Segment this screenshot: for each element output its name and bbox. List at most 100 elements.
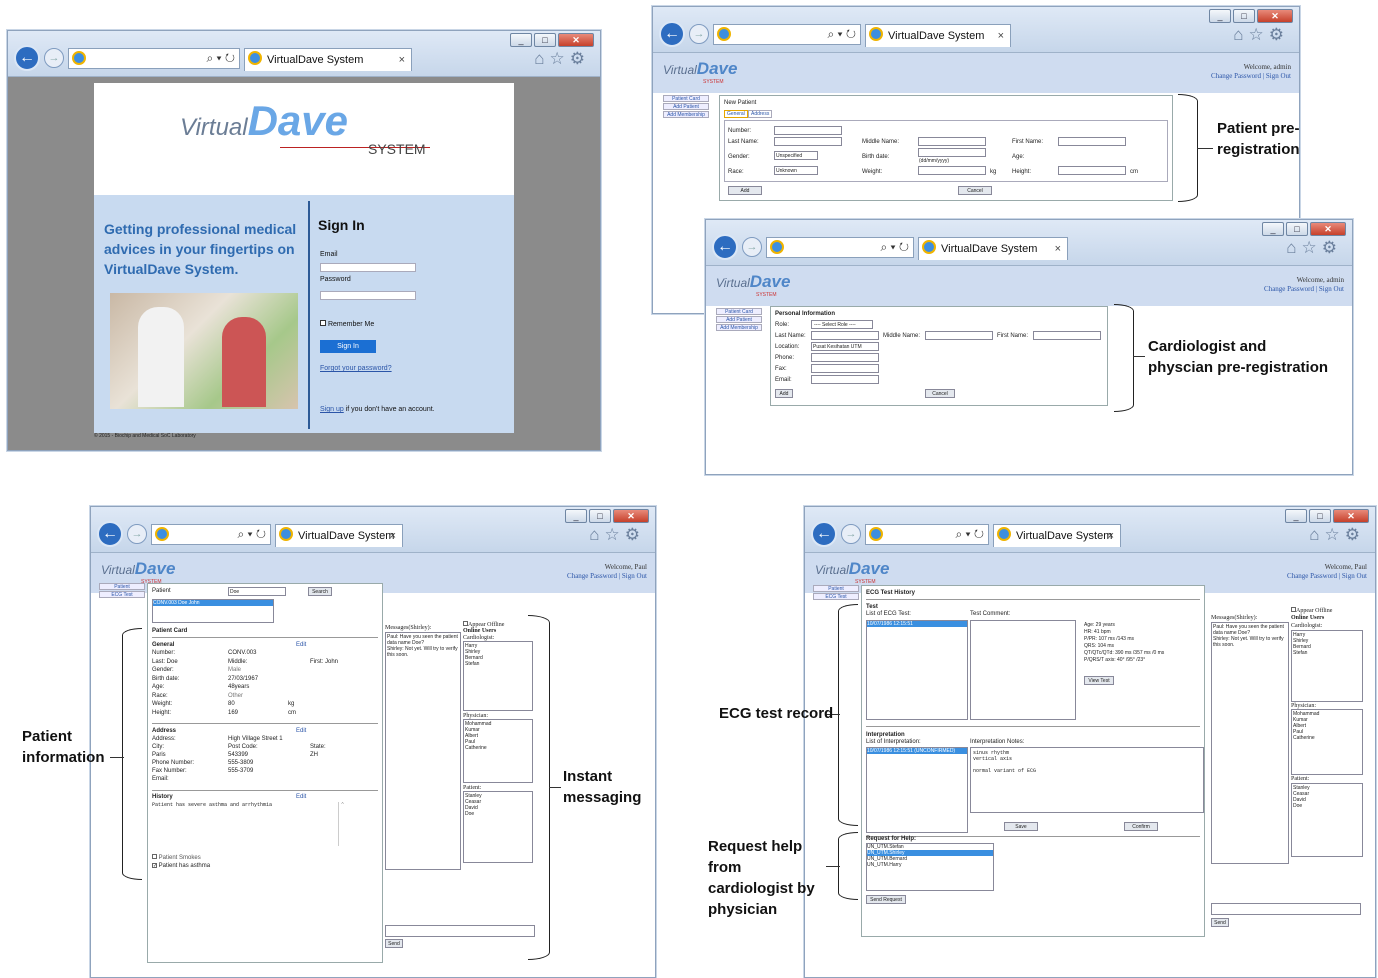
confirm-button[interactable]: Confirm bbox=[1124, 822, 1158, 831]
browser-tab[interactable]: VirtualDave System × bbox=[275, 524, 403, 547]
middle-name-field[interactable] bbox=[925, 331, 993, 340]
home-star-gear-icon[interactable]: ⌂☆⚙ bbox=[1309, 525, 1365, 545]
side-item-add-patient[interactable]: Add Patient bbox=[716, 316, 762, 323]
birth-field[interactable] bbox=[918, 148, 986, 157]
side-item-patient-card[interactable]: Patient Card bbox=[663, 95, 709, 102]
edit-general-link[interactable]: Edit bbox=[296, 642, 306, 648]
weight-field[interactable] bbox=[918, 166, 986, 175]
patient-list[interactable]: Stanley Ceasar David Doe bbox=[1291, 783, 1363, 857]
tab-close-icon[interactable]: × bbox=[390, 525, 396, 547]
home-star-gear-icon[interactable]: ⌂☆⚙ bbox=[1233, 25, 1289, 45]
back-arrow-icon[interactable]: ← bbox=[811, 521, 837, 547]
minimize-icon[interactable]: _ bbox=[510, 33, 532, 47]
maximize-icon[interactable]: □ bbox=[589, 509, 611, 523]
edit-history-link[interactable]: Edit bbox=[296, 794, 306, 800]
signup-link[interactable]: Sign up bbox=[320, 406, 344, 413]
address-bar[interactable]: ⌕ ▾ ↻ bbox=[865, 524, 989, 545]
cardiologist-list[interactable]: Harry Shirley Bernard Stefan bbox=[1291, 630, 1363, 702]
first-name-field[interactable] bbox=[1058, 137, 1126, 146]
close-icon[interactable]: ✕ bbox=[1310, 222, 1346, 236]
side-item-patient[interactable]: Patient bbox=[813, 585, 859, 592]
back-arrow-icon[interactable]: ← bbox=[97, 521, 123, 547]
fax-field[interactable] bbox=[811, 364, 879, 373]
edit-address-link[interactable]: Edit bbox=[296, 728, 306, 734]
race-select[interactable]: Unknown bbox=[774, 166, 818, 175]
email-field[interactable] bbox=[320, 263, 416, 272]
minimize-icon[interactable]: _ bbox=[1285, 509, 1307, 523]
close-icon[interactable]: ✕ bbox=[1333, 509, 1369, 523]
interpretation-list[interactable]: 10/07/1986 12:15:51 (UNCONFIRMED) bbox=[866, 747, 968, 833]
minimize-icon[interactable]: _ bbox=[565, 509, 587, 523]
search-refresh-icon[interactable]: ⌕ ▾ ↻ bbox=[237, 525, 266, 544]
home-star-gear-icon[interactable]: ⌂☆⚙ bbox=[534, 49, 590, 69]
height-field[interactable] bbox=[1058, 166, 1126, 175]
cancel-button[interactable]: Cancel bbox=[958, 186, 992, 195]
send-request-button[interactable]: Send Request bbox=[866, 895, 906, 904]
forgot-link[interactable]: Forgot your password? bbox=[320, 365, 392, 372]
search-refresh-icon[interactable]: ⌕ ▾ ↻ bbox=[827, 25, 856, 44]
message-input[interactable] bbox=[385, 925, 535, 937]
maximize-icon[interactable]: □ bbox=[1309, 509, 1331, 523]
email-field[interactable] bbox=[811, 375, 879, 384]
tab-close-icon[interactable]: × bbox=[1055, 238, 1061, 260]
first-name-field[interactable] bbox=[1033, 331, 1101, 340]
browser-tab[interactable]: VirtualDave System × bbox=[865, 24, 1011, 47]
physician-list[interactable]: Mohammad Kumar Albert Paul Catherine bbox=[1291, 709, 1363, 775]
minimize-icon[interactable]: _ bbox=[1262, 222, 1284, 236]
signin-button[interactable]: Sign In bbox=[320, 340, 376, 353]
save-button[interactable]: Save bbox=[1004, 822, 1038, 831]
search-button[interactable]: Search bbox=[308, 587, 332, 596]
browser-tab[interactable]: VirtualDave System × bbox=[918, 237, 1068, 260]
close-icon[interactable]: ✕ bbox=[1257, 9, 1293, 23]
back-arrow-icon[interactable]: ← bbox=[712, 234, 738, 260]
number-field[interactable] bbox=[774, 126, 842, 135]
user-item[interactable]: Stefan bbox=[465, 661, 531, 667]
add-button[interactable]: Add bbox=[728, 186, 762, 195]
search-result-item[interactable]: CONV.003 Doe John bbox=[153, 600, 273, 606]
patient-list[interactable]: Stanley Ceasar David Doe bbox=[463, 791, 533, 863]
physician-list[interactable]: Mohammad Kumar Albert Paul Catherine bbox=[463, 719, 533, 783]
maximize-icon[interactable]: □ bbox=[534, 33, 556, 47]
forward-arrow-icon[interactable]: → bbox=[44, 48, 64, 68]
send-button[interactable]: Send bbox=[1211, 918, 1229, 927]
gender-select[interactable]: Unspecified bbox=[774, 151, 818, 160]
tab-general[interactable]: General bbox=[724, 110, 748, 118]
browser-tab[interactable]: VirtualDave System × bbox=[993, 524, 1121, 547]
side-item-ecg-test[interactable]: ECG Test bbox=[99, 591, 145, 598]
view-test-button[interactable]: View Test bbox=[1084, 676, 1114, 685]
interpretation-item[interactable]: 10/07/1986 12:15:51 (UNCONFIRMED) bbox=[867, 748, 967, 754]
password-field[interactable] bbox=[320, 291, 416, 300]
tab-address[interactable]: Address bbox=[748, 110, 773, 118]
help-list[interactable]: UN_UTM.Stefan UN_UTM.Shirley UN_UTM.Bern… bbox=[866, 843, 994, 891]
asthma-checkbox[interactable]: ✓ bbox=[152, 863, 157, 869]
tab-close-icon[interactable]: × bbox=[399, 49, 405, 71]
user-item[interactable]: Stefan bbox=[1293, 650, 1361, 656]
cancel-button[interactable]: Cancel bbox=[925, 389, 955, 398]
remember-checkbox[interactable] bbox=[320, 320, 326, 326]
help-item[interactable]: UN_UTM.Harry bbox=[867, 862, 993, 868]
ecg-test-item[interactable]: 10/07/1986 12:15:51 bbox=[867, 621, 967, 627]
address-bar[interactable]: ⌕ ▾ ↻ bbox=[766, 237, 914, 258]
search-refresh-icon[interactable]: ⌕ ▾ ↻ bbox=[206, 49, 235, 68]
tab-close-icon[interactable]: × bbox=[998, 25, 1004, 47]
search-refresh-icon[interactable]: ⌕ ▾ ↻ bbox=[955, 525, 984, 544]
user-item[interactable]: Catherine bbox=[465, 745, 531, 751]
back-arrow-icon[interactable]: ← bbox=[14, 45, 40, 71]
home-star-gear-icon[interactable]: ⌂☆⚙ bbox=[1286, 238, 1342, 258]
address-bar[interactable]: ⌕ ▾ ↻ bbox=[68, 48, 240, 69]
add-button[interactable]: Add bbox=[775, 389, 793, 398]
last-name-field[interactable] bbox=[811, 331, 879, 340]
message-input[interactable] bbox=[1211, 903, 1361, 915]
account-links[interactable]: Change Password | Sign Out bbox=[1264, 285, 1344, 293]
user-item[interactable]: Catherine bbox=[1293, 735, 1361, 741]
account-links[interactable]: Change Password | Sign Out bbox=[1211, 72, 1291, 80]
send-button[interactable]: Send bbox=[385, 939, 403, 948]
user-item[interactable]: Doe bbox=[465, 811, 531, 817]
search-results[interactable]: CONV.003 Doe John bbox=[152, 599, 274, 623]
account-links[interactable]: Change Password | Sign Out bbox=[567, 572, 647, 580]
patient-search-field[interactable]: Doe bbox=[228, 587, 286, 596]
history-scrollbar[interactable]: ^ bbox=[338, 802, 346, 846]
forward-arrow-icon[interactable]: → bbox=[742, 237, 762, 257]
notes-box[interactable]: sinus rhythm vertical axis normal varian… bbox=[970, 747, 1204, 813]
smokes-checkbox[interactable] bbox=[152, 854, 157, 859]
